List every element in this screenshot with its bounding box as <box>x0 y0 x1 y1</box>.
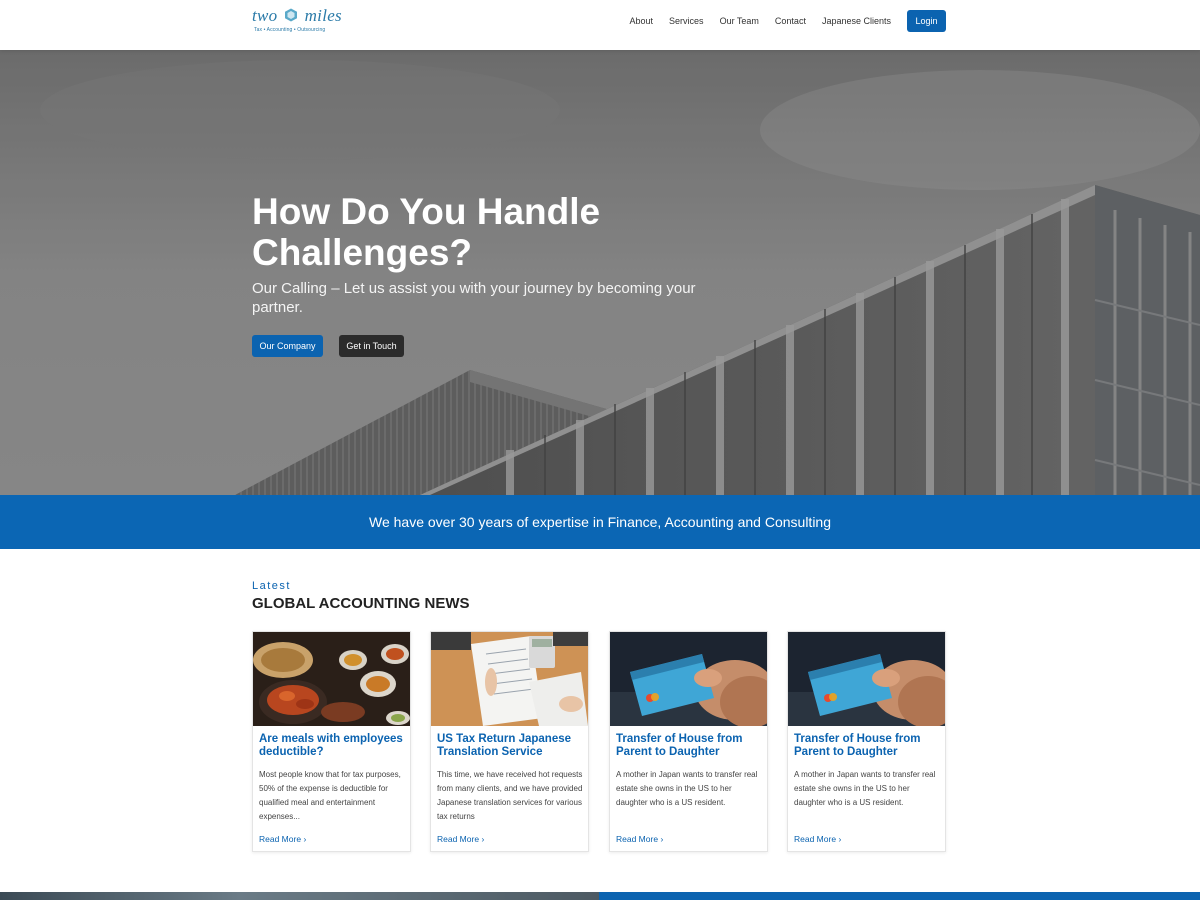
main-nav: About Services Our Team Contact Japanese… <box>614 10 946 32</box>
hero-section: How Do You Handle Challenges? Our Callin… <box>0 50 1200 495</box>
footer-blue-strip <box>599 892 1200 900</box>
get-in-touch-button[interactable]: Get in Touch <box>339 335 404 357</box>
read-more-link[interactable]: Read More › <box>616 834 663 844</box>
read-more-link[interactable]: Read More › <box>794 834 841 844</box>
hero-title: How Do You Handle Challenges? <box>252 191 601 273</box>
news-card-title[interactable]: US Tax Return Japanese Translation Servi… <box>437 733 585 759</box>
read-more-label: Read More <box>616 834 659 844</box>
site-logo[interactable]: two miles Tax • Accounting • Outsourcing <box>252 6 352 40</box>
read-more-label: Read More <box>259 834 302 844</box>
chevron-right-icon: › <box>838 834 842 844</box>
footer-image-strip <box>0 892 599 900</box>
logo-wordmark: two miles <box>252 6 342 26</box>
chevron-right-icon: › <box>481 834 485 844</box>
news-card-excerpt: Most people know that for tax purposes, … <box>259 770 401 821</box>
documents-photo[interactable] <box>431 632 588 726</box>
read-more-label: Read More <box>794 834 837 844</box>
site-header: two miles Tax • Accounting • Outsourcing… <box>0 0 1200 50</box>
chevron-right-icon: › <box>660 834 664 844</box>
credit-card-photo[interactable] <box>610 632 767 726</box>
news-kicker: Latest <box>252 580 291 592</box>
login-button[interactable]: Login <box>907 10 946 32</box>
nav-about[interactable]: About <box>630 16 654 26</box>
news-card: Transfer of House from Parent to Daughte… <box>787 631 946 852</box>
news-card-title[interactable]: Transfer of House from Parent to Daughte… <box>794 733 942 759</box>
news-card: Transfer of House from Parent to Daughte… <box>609 631 768 852</box>
news-card: Are meals with employees deductible? Mos… <box>252 631 411 852</box>
nav-contact[interactable]: Contact <box>775 16 806 26</box>
nav-services[interactable]: Services <box>669 16 704 26</box>
chevron-right-icon: › <box>303 834 307 844</box>
read-more-link[interactable]: Read More › <box>259 834 306 844</box>
news-card-title[interactable]: Are meals with employees deductible? <box>259 733 407 759</box>
news-card-excerpt: A mother in Japan wants to transfer real… <box>794 770 936 807</box>
expertise-band: We have over 30 years of expertise in Fi… <box>0 495 1200 549</box>
logo-text-right: miles <box>304 6 342 25</box>
logo-tagline: Tax • Accounting • Outsourcing <box>254 27 326 33</box>
credit-card-photo[interactable] <box>788 632 945 726</box>
hero-subtitle: Our Calling – Let us assist you with you… <box>252 280 696 316</box>
news-card: US Tax Return Japanese Translation Servi… <box>430 631 589 852</box>
hexagon-icon <box>285 8 298 22</box>
our-company-button[interactable]: Our Company <box>252 335 323 357</box>
news-card-excerpt: A mother in Japan wants to transfer real… <box>616 770 758 807</box>
news-card-excerpt: This time, we have received hot requests… <box>437 770 583 821</box>
read-more-link[interactable]: Read More › <box>437 834 484 844</box>
logo-text-left: two <box>252 6 278 25</box>
food-photo[interactable] <box>253 632 410 726</box>
nav-our-team[interactable]: Our Team <box>720 16 759 26</box>
read-more-label: Read More <box>437 834 480 844</box>
nav-japanese-clients[interactable]: Japanese Clients <box>822 16 891 26</box>
news-card-title[interactable]: Transfer of House from Parent to Daughte… <box>616 733 764 759</box>
expertise-text: We have over 30 years of expertise in Fi… <box>368 514 831 530</box>
news-section-title: GLOBAL ACCOUNTING NEWS <box>252 595 470 612</box>
